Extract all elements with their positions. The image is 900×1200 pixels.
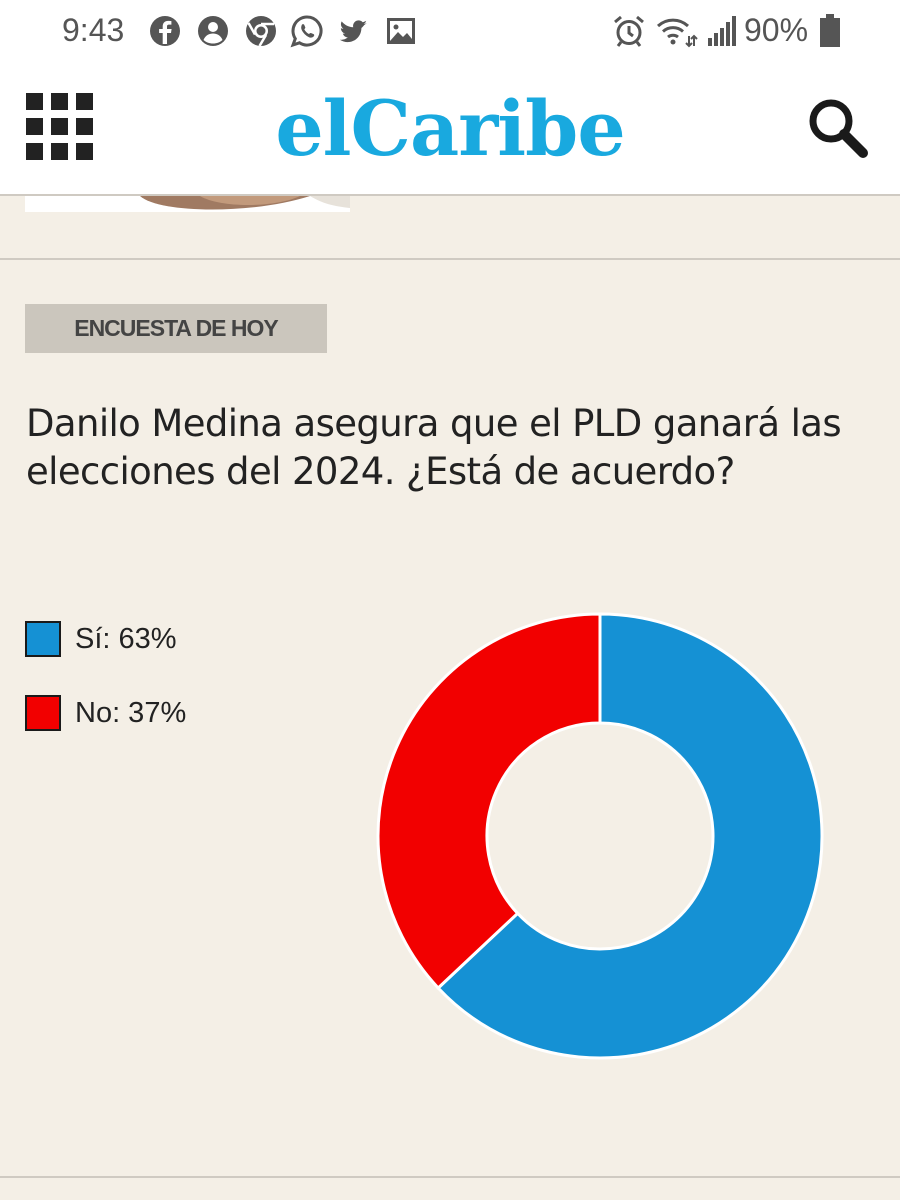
donut-slice-no — [376, 612, 602, 991]
legend-swatch-no — [25, 695, 61, 731]
site-logo[interactable]: elCaribe — [250, 84, 650, 174]
status-bar: 9:43 90% — [0, 0, 900, 62]
menu-button[interactable] — [26, 93, 94, 161]
poll-question: Danilo Medina asegura que el PLD ganará … — [26, 402, 842, 493]
legend-item-si: Sí: 63% — [25, 620, 325, 657]
chrome-icon — [246, 16, 276, 47]
poll-tag: ENCUESTA DE HOY — [25, 304, 327, 353]
search-icon — [809, 99, 868, 158]
section-divider-bottom — [0, 1176, 900, 1178]
facebook-icon — [150, 16, 180, 46]
battery-icon — [820, 14, 840, 47]
legend-item-no: No: 37% — [25, 694, 325, 731]
search-button[interactable] — [806, 96, 870, 160]
alarm-icon — [614, 15, 644, 47]
legend-swatch-si — [25, 621, 61, 657]
battery-percent: 90% — [744, 12, 809, 48]
article-image[interactable] — [25, 196, 350, 212]
signal-icon — [708, 16, 736, 46]
poll-donut-chart — [376, 612, 824, 1060]
gallery-icon — [387, 18, 415, 44]
section-divider — [0, 258, 900, 260]
screen: 9:43 90% elCaribe ENCUESTA DE HOY Danilo… — [0, 0, 900, 1200]
legend-label-si: Sí: 63% — [75, 623, 177, 655]
account-icon — [198, 16, 228, 46]
legend-label-no: No: 37% — [75, 697, 187, 729]
site-header: elCaribe — [0, 62, 900, 196]
whatsapp-icon — [290, 15, 323, 48]
status-time: 9:43 — [62, 12, 125, 48]
twitter-icon — [339, 20, 367, 43]
article-image-fragment — [25, 196, 350, 212]
poll-tag-label: ENCUESTA DE HOY — [74, 315, 279, 341]
wifi-icon — [656, 18, 698, 48]
